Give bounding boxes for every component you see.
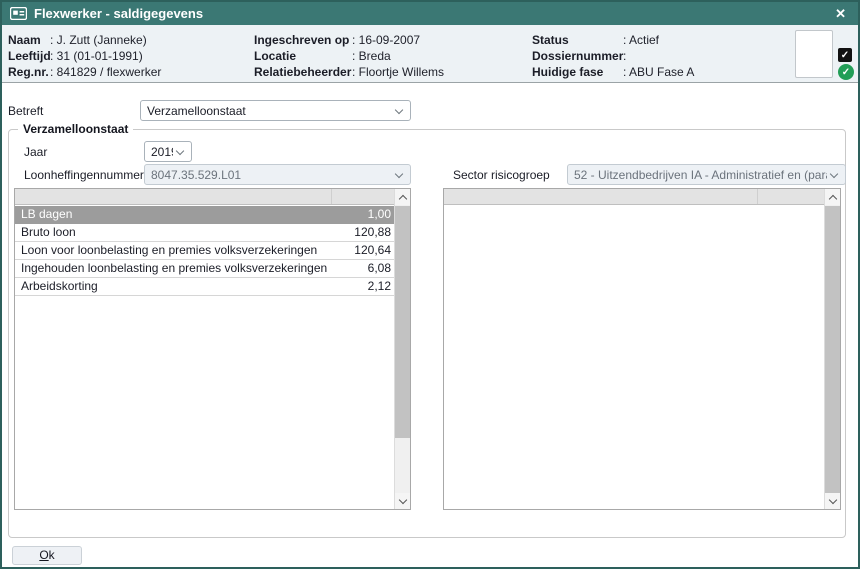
photo-placeholder xyxy=(795,30,833,78)
info-label: Status xyxy=(532,32,623,48)
info-value: : 31 (01-01-1991) xyxy=(50,49,143,63)
close-icon[interactable]: ✕ xyxy=(831,7,850,20)
table-header xyxy=(15,189,410,205)
id-card-icon xyxy=(10,7,27,20)
dialog-body: Betreft Verzamelloonstaat Verzamelloonst… xyxy=(2,84,858,567)
info-value: : xyxy=(623,49,626,63)
info-label: Huidige fase xyxy=(532,64,623,80)
vertical-scrollbar[interactable] xyxy=(394,189,410,509)
saldi-table: LB dagen1,00Bruto loon120,88Loon voor lo… xyxy=(14,188,411,510)
info-label: Locatie xyxy=(254,48,352,64)
header-cell-description xyxy=(444,189,758,204)
betreft-dropdown-value: Verzamelloonstaat xyxy=(147,104,246,118)
info-label: Leeftijd xyxy=(8,48,50,64)
jaar-dropdown[interactable]: 2019 xyxy=(144,141,192,162)
table-row[interactable]: Bruto loon120,88 xyxy=(15,224,394,242)
info-column-person: Naam: J. Zutt (Janneke) Leeftijd: 31 (01… xyxy=(8,32,161,80)
betreft-label: Betreft xyxy=(8,104,43,118)
scrollbar-thumb[interactable] xyxy=(395,206,410,438)
table-row[interactable]: Loon voor loonbelasting en premies volks… xyxy=(15,242,394,260)
chevron-down-icon xyxy=(395,170,403,178)
jaar-label: Jaar xyxy=(24,145,47,159)
info-label: Ingeschreven op xyxy=(254,32,352,48)
row-description: Bruto loon xyxy=(15,224,330,241)
row-amount: 1,00 xyxy=(330,206,394,223)
info-value: : J. Zutt (Janneke) xyxy=(50,33,147,47)
scroll-down-icon[interactable] xyxy=(825,493,840,509)
row-description: Ingehouden loonbelasting en premies volk… xyxy=(15,260,330,277)
verzamelloonstaat-groupbox: Verzamelloonstaat Jaar 2019 Loonheffinge… xyxy=(8,129,846,538)
info-label: Reg.nr. xyxy=(8,64,50,80)
loonheffingennummer-dropdown-value: 8047.35.529.L01 xyxy=(151,168,241,182)
table-row[interactable]: Ingehouden loonbelasting en premies volk… xyxy=(15,260,394,278)
sector-risicogroep-label: Sector risicogroep xyxy=(453,168,550,182)
table-body xyxy=(444,206,824,509)
scroll-up-icon[interactable] xyxy=(395,189,410,205)
chevron-down-icon xyxy=(830,170,838,178)
scrollbar-thumb[interactable] xyxy=(825,206,840,493)
chevron-down-icon xyxy=(176,147,184,155)
ok-button-label: Ok xyxy=(13,547,81,564)
header-cell-description xyxy=(15,189,332,204)
sector-risicogroep-dropdown-value: 52 - Uitzendbedrijven IA - Administratie… xyxy=(574,168,827,182)
table-body: LB dagen1,00Bruto loon120,88Loon voor lo… xyxy=(15,206,394,509)
header-info-panel: Naam: J. Zutt (Janneke) Leeftijd: 31 (01… xyxy=(2,25,858,83)
row-description: Arbeidskorting xyxy=(15,278,330,295)
loonheffingennummer-dropdown[interactable]: 8047.35.529.L01 xyxy=(144,164,411,185)
row-description: LB dagen xyxy=(15,206,330,223)
scroll-down-icon[interactable] xyxy=(395,493,410,509)
info-value: : 841829 / flexwerker xyxy=(50,65,161,79)
table-row[interactable]: LB dagen1,00 xyxy=(15,206,394,224)
ok-button[interactable]: Ok xyxy=(12,546,82,565)
betreft-dropdown[interactable]: Verzamelloonstaat xyxy=(140,100,411,121)
sector-risicogroep-dropdown[interactable]: 52 - Uitzendbedrijven IA - Administratie… xyxy=(567,164,846,185)
info-value: : ABU Fase A xyxy=(623,65,694,79)
loonheffingennummer-label: Loonheffingennummer xyxy=(24,168,144,182)
groupbox-title: Verzamelloonstaat xyxy=(18,122,133,136)
info-value: : Floortje Willems xyxy=(352,65,444,79)
green-check-badge-icon xyxy=(838,64,854,80)
info-column-registration: Ingeschreven op: 16-09-2007 Locatie: Bre… xyxy=(254,32,444,80)
row-description: Loon voor loonbelasting en premies volks… xyxy=(15,242,330,259)
info-label: Dossiernummer xyxy=(532,48,623,64)
table-header xyxy=(444,189,840,205)
info-column-status: Status: Actief Dossiernummer: Huidige fa… xyxy=(532,32,694,80)
info-value: : Actief xyxy=(623,33,659,47)
chevron-down-icon xyxy=(395,106,403,114)
row-amount: 120,88 xyxy=(330,224,394,241)
scroll-up-icon[interactable] xyxy=(825,189,840,205)
sector-table xyxy=(443,188,841,510)
info-label: Relatiebeheerder xyxy=(254,64,352,80)
info-value: : Breda xyxy=(352,49,391,63)
vertical-scrollbar[interactable] xyxy=(824,189,840,509)
table-row[interactable]: Arbeidskorting2,12 xyxy=(15,278,394,296)
info-value: : 16-09-2007 xyxy=(352,33,420,47)
dialog-title: Flexwerker - saldigegevens xyxy=(34,6,203,21)
dialog-flexwerker-saldigegevens: Flexwerker - saldigegevens ✕ Naam: J. Zu… xyxy=(0,0,860,569)
title-bar: Flexwerker - saldigegevens ✕ xyxy=(2,2,858,25)
info-label: Naam xyxy=(8,32,50,48)
row-amount: 120,64 xyxy=(330,242,394,259)
row-amount: 6,08 xyxy=(330,260,394,277)
row-amount: 2,12 xyxy=(330,278,394,295)
checkbox-checked-icon[interactable] xyxy=(838,48,852,62)
jaar-dropdown-value: 2019 xyxy=(151,145,173,159)
